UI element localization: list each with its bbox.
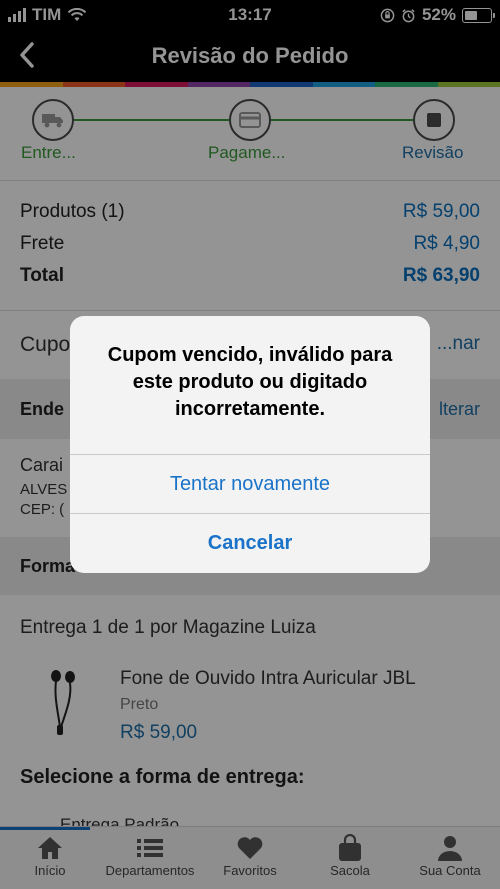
cancel-button[interactable]: Cancelar	[70, 514, 430, 572]
coupon-error-dialog: Cupom vencido, inválido para este produt…	[70, 316, 430, 573]
retry-button[interactable]: Tentar novamente	[70, 455, 430, 513]
dialog-message: Cupom vencido, inválido para este produt…	[107, 344, 393, 420]
